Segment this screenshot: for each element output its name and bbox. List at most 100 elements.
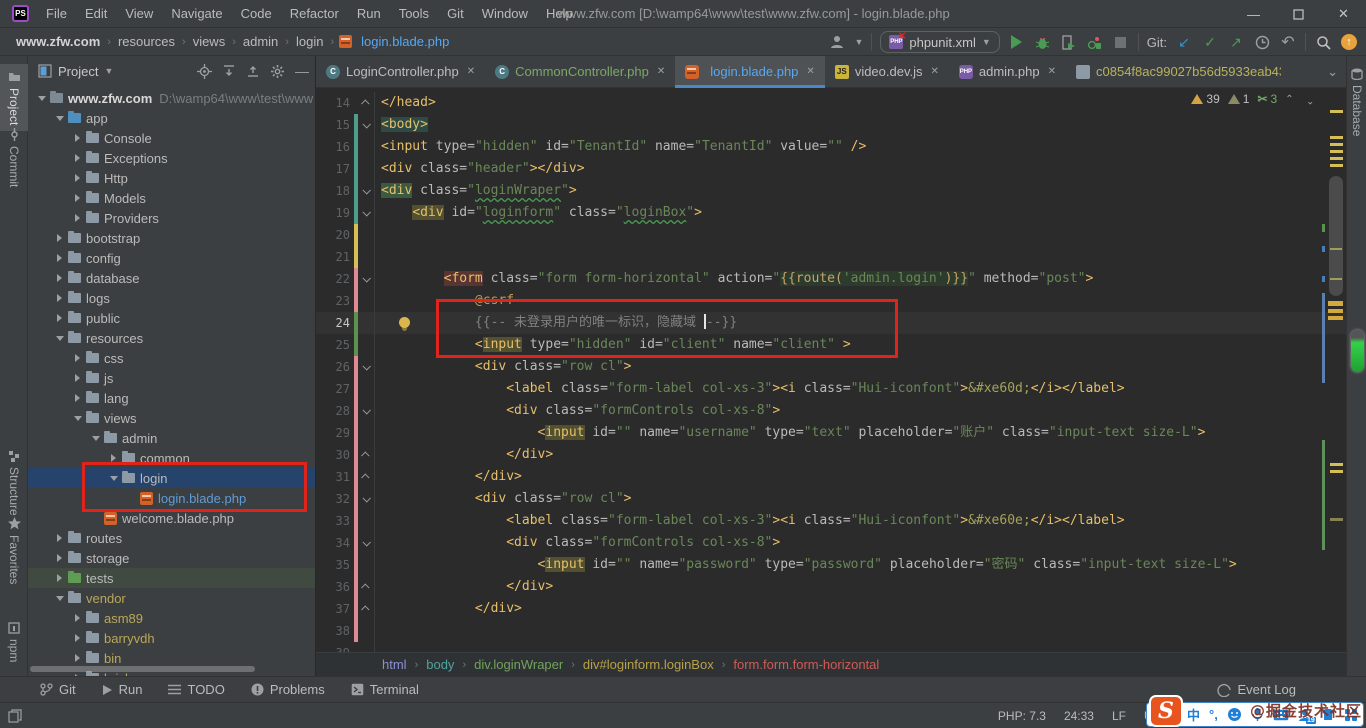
minimize-button[interactable]: — [1231, 0, 1276, 28]
tree-item-app[interactable]: app [28, 108, 315, 128]
code-line[interactable]: 15<body> [316, 114, 1346, 136]
debug-button[interactable] [1034, 33, 1052, 51]
tree-toggle-arrow[interactable] [54, 336, 65, 341]
editor-breadcrumb-item[interactable]: form.form.form-horizontal [733, 657, 879, 672]
breadcrumb-item[interactable]: www.zfw.com [14, 34, 102, 49]
intention-bulb-icon[interactable] [399, 317, 410, 328]
tree-toggle-arrow[interactable] [72, 174, 83, 182]
tree-toggle-arrow[interactable] [72, 614, 83, 622]
tree-toggle-arrow[interactable] [72, 374, 83, 382]
event-log-button[interactable]: Event Log [1217, 682, 1296, 697]
code-line[interactable]: 26 <div class="row cl"> [316, 356, 1346, 378]
run-button[interactable] [1008, 33, 1026, 51]
breadcrumb-item[interactable]: resources [116, 34, 177, 49]
code-line[interactable]: 36 </div> [316, 576, 1346, 598]
tab-login.blade.php[interactable]: login.blade.php✕ [675, 56, 825, 87]
tab-close-icon[interactable]: ✕ [1048, 66, 1056, 77]
tree-item-tests[interactable]: tests [28, 568, 315, 588]
tree-item-storage[interactable]: storage [28, 548, 315, 568]
tree-item-lang[interactable]: lang [28, 388, 315, 408]
code-line[interactable]: 33 <label class="form-label col-xs-3"><i… [316, 510, 1346, 532]
code-line[interactable]: 22 <form class="form form-horizontal" ac… [316, 268, 1346, 290]
fold-marker[interactable] [358, 532, 375, 554]
breadcrumb-item[interactable]: views [191, 34, 228, 49]
tree-item-Models[interactable]: Models [28, 188, 315, 208]
tree-item-views[interactable]: views [28, 408, 315, 428]
tab-CommonController.php[interactable]: CCommonController.php✕ [485, 56, 675, 87]
fold-marker[interactable] [358, 202, 375, 224]
prev-problem-chevron[interactable]: ⌃ [1285, 94, 1295, 105]
breadcrumb-item[interactable]: login [294, 34, 325, 49]
tree-item-routes[interactable]: routes [28, 528, 315, 548]
menu-edit[interactable]: Edit [76, 0, 116, 28]
project-panel-selector[interactable]: Project ▼ [38, 64, 113, 79]
code-line[interactable]: 39 [316, 642, 1346, 652]
tree-item-config[interactable]: config [28, 248, 315, 268]
user-avatar-icon[interactable] [828, 33, 846, 51]
tree-item-admin[interactable]: admin [28, 428, 315, 448]
caret-position[interactable]: 24:33 [1064, 709, 1094, 723]
close-button[interactable]: ✕ [1321, 0, 1366, 28]
ime-emoji-icon[interactable] [1227, 707, 1242, 722]
settings-gear-icon[interactable] [270, 64, 285, 79]
editor-breadcrumb-item[interactable]: html [382, 657, 407, 672]
fold-marker[interactable] [358, 400, 375, 422]
stop-button[interactable] [1112, 33, 1130, 51]
tree-toggle-arrow[interactable] [54, 274, 65, 282]
tree-toggle-arrow[interactable] [54, 254, 65, 262]
tree-toggle-arrow[interactable] [108, 454, 119, 462]
tree-toggle-arrow[interactable] [54, 116, 65, 121]
tab-close-icon[interactable]: ✕ [657, 66, 665, 77]
code-line[interactable]: 30 </div> [316, 444, 1346, 466]
editor-breadcrumb-item[interactable]: div#loginform.loginBox [583, 657, 714, 672]
sogou-logo-icon[interactable]: S [1149, 695, 1183, 727]
next-problem-chevron[interactable]: ⌃ [1304, 94, 1314, 105]
fold-marker[interactable] [358, 268, 375, 290]
tree-item-public[interactable]: public [28, 308, 315, 328]
error-stripe[interactable] [1322, 88, 1346, 652]
breadcrumb-file[interactable]: login.blade.php [361, 34, 449, 49]
fold-marker[interactable] [358, 466, 375, 488]
toolwindow-git[interactable]: Git [40, 682, 76, 697]
tree-item-Console[interactable]: Console [28, 128, 315, 148]
tree-item-bootstrap[interactable]: bootstrap [28, 228, 315, 248]
tree-item-js[interactable]: js [28, 368, 315, 388]
fold-marker[interactable] [358, 488, 375, 510]
code-editor[interactable]: 14</head>15<body>16<input type="hidden" … [316, 88, 1346, 652]
tree-item-vendor[interactable]: vendor [28, 588, 315, 608]
code-line[interactable]: 19 <div id="loginform" class="loginBox"> [316, 202, 1346, 224]
code-line[interactable]: 27 <label class="form-label col-xs-3"><i… [316, 378, 1346, 400]
tree-item-bin[interactable]: bin [28, 648, 315, 668]
code-line[interactable]: 37 </div> [316, 598, 1346, 620]
code-line[interactable]: 35 <input id="" name="password" type="pa… [316, 554, 1346, 576]
tree-toggle-arrow[interactable] [90, 436, 101, 441]
php-version[interactable]: PHP: 7.3 [998, 709, 1046, 723]
code-line[interactable]: 17<div class="header"></div> [316, 158, 1346, 180]
tab-video.dev.js[interactable]: JSvideo.dev.js✕ [825, 56, 949, 87]
tree-toggle-arrow[interactable] [54, 574, 65, 582]
tree-toggle-arrow[interactable] [72, 134, 83, 142]
tree-toggle-arrow[interactable] [54, 554, 65, 562]
rollback-icon[interactable]: ↶ [1279, 33, 1297, 51]
history-icon[interactable] [1253, 33, 1271, 51]
tab-close-icon[interactable]: ✕ [931, 66, 939, 77]
tree-item-resources[interactable]: resources [28, 328, 315, 348]
tree-toggle-arrow[interactable] [54, 294, 65, 302]
code-line[interactable]: 29 <input id="" name="username" type="te… [316, 422, 1346, 444]
tree-item-css[interactable]: css [28, 348, 315, 368]
code-line[interactable]: 20 [316, 224, 1346, 246]
tool-stripe-npm[interactable]: npm [0, 616, 28, 668]
scrollbar-thumb[interactable] [1329, 176, 1343, 296]
breadcrumb-item[interactable]: admin [241, 34, 280, 49]
tool-stripe-database[interactable]: Database [1347, 62, 1366, 142]
tree-item-database[interactable]: database [28, 268, 315, 288]
tree-item-Exceptions[interactable]: Exceptions [28, 148, 315, 168]
tree-toggle-arrow[interactable] [72, 416, 83, 421]
editor-breadcrumb-item[interactable]: body [426, 657, 454, 672]
fold-marker[interactable] [358, 180, 375, 202]
line-ending[interactable]: LF [1112, 709, 1126, 723]
tree-item-www.zfw.com[interactable]: www.zfw.comD:\wamp64\www\test\www [28, 88, 315, 108]
toolwindow-todo[interactable]: TODO [168, 682, 224, 697]
ide-update-icon[interactable]: ↑ [1340, 33, 1358, 51]
expand-all-icon[interactable] [222, 64, 236, 78]
